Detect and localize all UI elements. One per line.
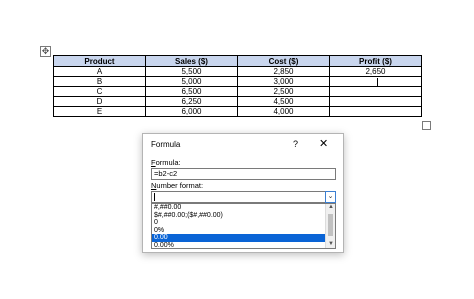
table-cell[interactable]: 5,500 <box>145 66 238 77</box>
table-cell[interactable]: 6,500 <box>145 86 238 97</box>
table-cell[interactable]: 3,000 <box>237 76 330 87</box>
number-format-list[interactable]: #,##0.00 $#,##0.00;($#,##0.00) 0 0% 0.00… <box>151 203 336 249</box>
scroll-up-icon[interactable]: ▲ <box>327 204 335 210</box>
table-cell[interactable]: 6,000 <box>145 106 238 117</box>
table-move-handle-icon[interactable]: ✥ <box>40 46 51 57</box>
table-cell[interactable]: B <box>53 76 146 87</box>
help-button[interactable]: ? <box>293 139 298 149</box>
header-cost[interactable]: Cost ($) <box>237 55 330 67</box>
dialog-title: Formula <box>151 140 181 149</box>
table-cell[interactable]: A <box>53 66 146 77</box>
table-cell[interactable]: 4,000 <box>237 106 330 117</box>
table-cell[interactable] <box>329 106 422 117</box>
table-cell[interactable] <box>329 86 422 97</box>
list-item-selected[interactable]: 0.00 <box>152 234 326 242</box>
table-row: A 5,500 2,850 2,650 <box>53 66 422 77</box>
table-row: C 6,500 2,500 <box>53 86 422 97</box>
scroll-down-icon[interactable]: ▼ <box>327 241 335 247</box>
table-cell[interactable] <box>329 96 422 107</box>
table-header-row: Product Sales ($) Cost ($) Profit ($) <box>53 55 422 67</box>
table-cell[interactable]: 2,650 <box>329 66 422 77</box>
table-resize-handle[interactable] <box>422 121 431 130</box>
header-product[interactable]: Product <box>53 55 146 67</box>
list-item[interactable]: 0.00% <box>152 242 326 249</box>
table-cell[interactable]: 2,500 <box>237 86 330 97</box>
close-icon[interactable]: ✕ <box>319 137 328 150</box>
text-cursor <box>376 78 378 86</box>
table-cell[interactable]: D <box>53 96 146 107</box>
number-format-label: Number format: <box>151 181 204 190</box>
formula-label: Formula: <box>151 158 181 167</box>
scrollbar-thumb[interactable] <box>328 214 333 236</box>
product-table: Product Sales ($) Cost ($) Profit ($) A … <box>53 55 422 117</box>
header-sales[interactable]: Sales ($) <box>145 55 238 67</box>
table-cell[interactable]: 2,850 <box>237 66 330 77</box>
formula-dialog: Formula ? ✕ Formula: =b2-c2 Number forma… <box>142 133 344 253</box>
text-cursor <box>154 193 155 202</box>
active-table-cell[interactable] <box>329 76 422 87</box>
table-row: B 5,000 3,000 <box>53 76 422 87</box>
list-item[interactable]: 0% <box>152 227 326 235</box>
list-item[interactable]: #,##0.00 <box>152 204 326 212</box>
table-cell[interactable]: 6,250 <box>145 96 238 107</box>
table-row: D 6,250 4,500 <box>53 96 422 107</box>
chevron-down-icon[interactable]: ⌄ <box>325 191 336 203</box>
header-profit[interactable]: Profit ($) <box>329 55 422 67</box>
number-format-input[interactable] <box>151 191 327 203</box>
table-cell[interactable]: 4,500 <box>237 96 330 107</box>
list-item[interactable]: $#,##0.00;($#,##0.00) <box>152 212 326 220</box>
table-cell[interactable]: E <box>53 106 146 117</box>
table-row: E 6,000 4,000 <box>53 106 422 117</box>
scrollbar[interactable]: ▲ ▼ <box>325 204 335 248</box>
table-cell[interactable]: C <box>53 86 146 97</box>
table-cell[interactable]: 5,000 <box>145 76 238 87</box>
list-item[interactable]: 0 <box>152 219 326 227</box>
formula-input[interactable]: =b2-c2 <box>151 168 336 180</box>
